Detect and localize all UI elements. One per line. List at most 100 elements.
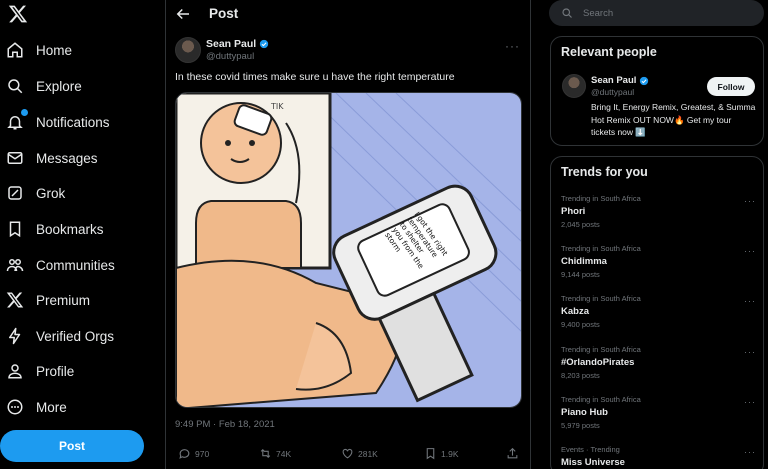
nav-item-bookmarks[interactable]: Bookmarks	[6, 216, 104, 242]
nav-label: More	[36, 399, 67, 415]
more-options-icon[interactable]: ···	[744, 196, 756, 206]
bell-icon	[7, 116, 23, 130]
nav-item-verified-orgs[interactable]: Verified Orgs	[6, 323, 114, 349]
nav-label: Communities	[36, 257, 115, 273]
nav-item-home[interactable]: Home	[6, 37, 72, 63]
author-avatar[interactable]	[175, 37, 201, 63]
trend-name: Miss Universe	[561, 457, 625, 468]
nav-label: Explore	[36, 78, 82, 94]
nav-item-more[interactable]: More	[6, 394, 67, 420]
x-logo-icon[interactable]	[8, 4, 28, 24]
trend-count: 5,979 posts	[561, 421, 600, 430]
trend-name: #OrlandoPirates	[561, 357, 635, 368]
trend-name: Piano Hub	[561, 407, 608, 418]
heart-icon	[342, 448, 353, 459]
trend-name: Phori	[561, 206, 586, 217]
relevant-name-row[interactable]: Sean Paul	[591, 75, 649, 86]
relevant-person-bio: Bring It, Energy Remix, Greatest, & Summ…	[591, 102, 756, 137]
author-handle[interactable]: @duttypaul	[206, 51, 254, 62]
grok-icon	[8, 186, 22, 200]
repost-count: 74K	[276, 448, 292, 459]
trend-item[interactable]: Trending in South Africa Chidimma 9,144 …	[561, 244, 756, 284]
trends-title: Trends for you	[561, 165, 648, 179]
lightning-icon	[9, 327, 21, 345]
tweet-actions: 970 74K 281K 1.9K	[166, 444, 530, 464]
cartoon-illustration: TIK I got the right temperature to shelt…	[176, 93, 521, 407]
more-options-icon[interactable]: ···	[744, 246, 756, 256]
tweet-text: In these covid times make sure u have th…	[175, 71, 455, 83]
trend-item[interactable]: Trending in South Africa Piano Hub 5,979…	[561, 395, 756, 435]
trend-context: Trending in South Africa	[561, 294, 641, 303]
trend-name: Chidimma	[561, 256, 607, 267]
nav-label: Notifications	[36, 114, 110, 130]
author-name-row[interactable]: Sean Paul	[206, 38, 269, 50]
notification-dot	[21, 109, 28, 116]
trend-item[interactable]: Trending in South Africa #OrlandoPirates…	[561, 345, 756, 385]
nav-item-messages[interactable]: Messages	[6, 145, 98, 171]
search-input[interactable]	[583, 3, 753, 23]
page-title: Post	[209, 6, 239, 21]
share-button[interactable]	[506, 447, 519, 460]
more-options-icon[interactable]: ···	[744, 397, 756, 407]
nav-item-explore[interactable]: Explore	[6, 73, 82, 99]
like-button[interactable]: 281K	[341, 447, 378, 460]
post-column: Post Sean Paul @duttypaul ··· In these c…	[165, 0, 531, 469]
trend-context: Trending in South Africa	[561, 395, 641, 404]
trend-context: Trending in South Africa	[561, 345, 641, 354]
trend-count: 9,400 posts	[561, 320, 600, 329]
search-bar[interactable]	[549, 0, 764, 26]
bookmark-button[interactable]: 1.9K	[424, 447, 459, 460]
author-name[interactable]: Sean Paul	[206, 38, 256, 50]
trends-panel: Trends for you Trending in South Africa …	[550, 156, 764, 469]
nav-label: Grok	[36, 185, 66, 201]
nav-label: Verified Orgs	[36, 328, 115, 344]
trend-count: 9,144 posts	[561, 270, 600, 279]
bookmark-icon	[426, 448, 435, 460]
nav-label: Premium	[36, 292, 91, 308]
verified-badge-icon	[640, 76, 649, 85]
home-icon	[7, 42, 23, 58]
trend-item[interactable]: Events · Trending Miss Universe ···	[561, 445, 756, 469]
trend-context: Events · Trending	[561, 445, 620, 454]
relevant-people-panel: Relevant people Sean Paul @duttypaul Fol…	[550, 36, 764, 146]
mail-icon	[7, 152, 23, 164]
post-button[interactable]: Post	[0, 430, 144, 462]
nav-item-communities[interactable]: Communities	[6, 252, 115, 278]
more-options-icon[interactable]: ···	[744, 447, 756, 457]
relevant-person-handle[interactable]: @duttypaul	[591, 87, 634, 97]
search-icon	[562, 8, 572, 18]
relevant-person-name[interactable]: Sean Paul	[591, 75, 636, 86]
nav-item-premium[interactable]: Premium	[6, 287, 90, 313]
repost-icon	[260, 448, 271, 459]
trend-context: Trending in South Africa	[561, 194, 641, 203]
reply-icon	[179, 449, 190, 459]
like-count: 281K	[358, 448, 378, 459]
sfx-text: TIK	[270, 102, 284, 111]
more-options-icon[interactable]: ···	[744, 347, 756, 357]
search-icon	[8, 79, 23, 94]
nav-item-notifications[interactable]: Notifications	[6, 109, 110, 135]
left-nav: Home Explore Notifications Messages Grok…	[0, 0, 165, 469]
nav-item-grok[interactable]: Grok	[6, 180, 65, 206]
communities-icon	[6, 259, 24, 272]
more-options-icon[interactable]: ···	[505, 39, 520, 53]
nav-item-profile[interactable]: Profile	[6, 358, 74, 384]
repost-button[interactable]: 74K	[259, 447, 291, 460]
reply-button[interactable]: 970	[178, 447, 209, 460]
trend-count: 2,045 posts	[561, 220, 600, 229]
follow-button[interactable]: Follow	[707, 77, 755, 96]
trend-context: Trending in South Africa	[561, 244, 641, 253]
tweet-image[interactable]: TIK I got the right temperature to shelt…	[175, 92, 522, 408]
trend-item[interactable]: Trending in South Africa Kabza 9,400 pos…	[561, 294, 756, 334]
more-circle-icon	[7, 399, 23, 415]
post-header: Post	[166, 0, 530, 28]
avatar[interactable]	[562, 74, 586, 98]
tweet-timestamp[interactable]: 9:49 PM · Feb 18, 2021	[175, 419, 275, 430]
nav-label: Profile	[36, 363, 75, 379]
nav-label: Home	[36, 42, 73, 58]
more-options-icon[interactable]: ···	[744, 296, 756, 306]
bookmark-count: 1.9K	[441, 448, 459, 459]
back-arrow-icon[interactable]	[174, 5, 192, 23]
x-logo-icon	[6, 292, 24, 308]
trend-item[interactable]: Trending in South Africa Phori 2,045 pos…	[561, 194, 756, 234]
